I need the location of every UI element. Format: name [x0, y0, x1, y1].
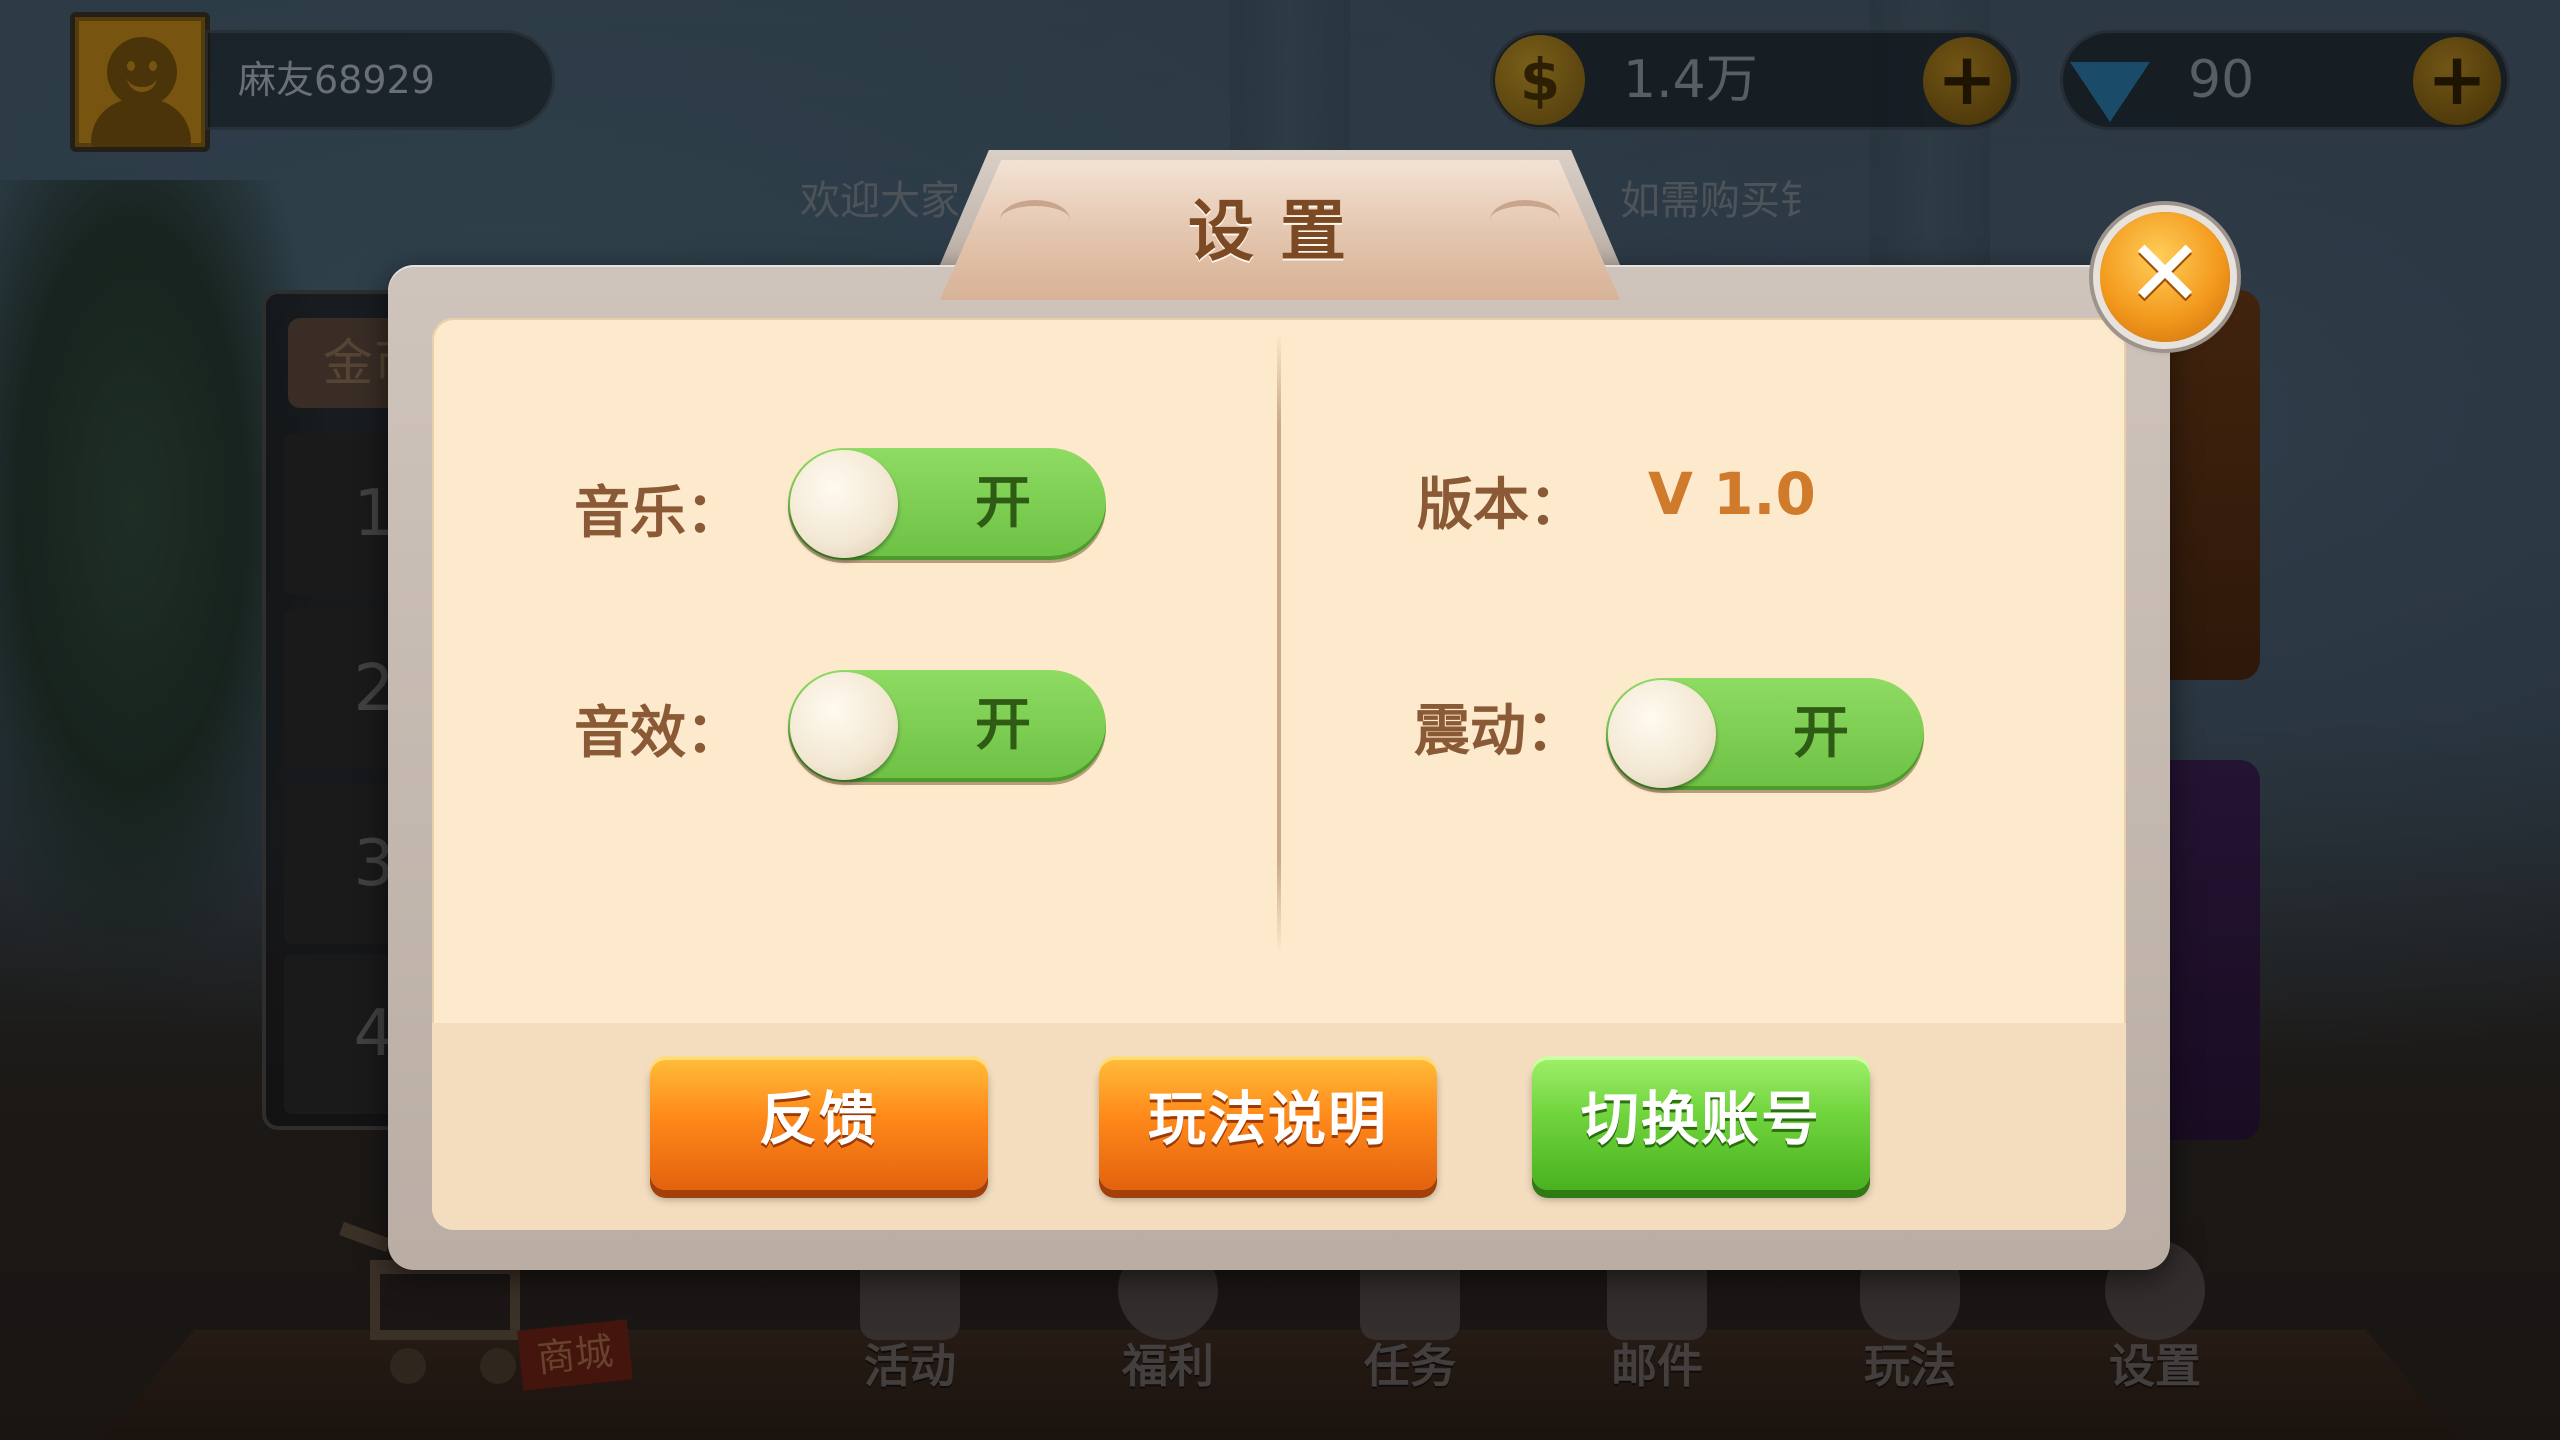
- sfx-toggle[interactable]: 开: [788, 670, 1106, 782]
- switch-account-button[interactable]: 切换账号: [1532, 1056, 1870, 1190]
- close-button[interactable]: ✕: [2100, 212, 2230, 342]
- vibration-label: 震动：: [1414, 699, 1582, 764]
- music-toggle[interactable]: 开: [788, 448, 1106, 560]
- toggle-state-label: 开: [1793, 701, 1849, 766]
- version-label: 版本：: [1417, 473, 1585, 538]
- toggle-state-label: 开: [975, 471, 1031, 536]
- music-label: 音乐：: [574, 481, 742, 546]
- toggle-knob: [790, 450, 898, 558]
- version-value: V 1.0: [1648, 460, 1816, 528]
- toggle-knob: [790, 672, 898, 780]
- settings-dialog-body: 音乐： 开 音效： 开 版本： V 1.0 震动： 开 反馈 玩法说明 切换账号: [432, 318, 2126, 1230]
- feedback-button[interactable]: 反馈: [650, 1056, 988, 1190]
- close-icon: ✕: [2126, 220, 2204, 327]
- sfx-label: 音效：: [574, 701, 742, 766]
- toggle-knob: [1608, 680, 1716, 788]
- vibration-toggle[interactable]: 开: [1606, 678, 1924, 790]
- dialog-title: 设置: [1188, 193, 1372, 270]
- toggle-state-label: 开: [975, 693, 1031, 758]
- rules-button[interactable]: 玩法说明: [1099, 1056, 1437, 1190]
- column-divider: [1277, 332, 1281, 952]
